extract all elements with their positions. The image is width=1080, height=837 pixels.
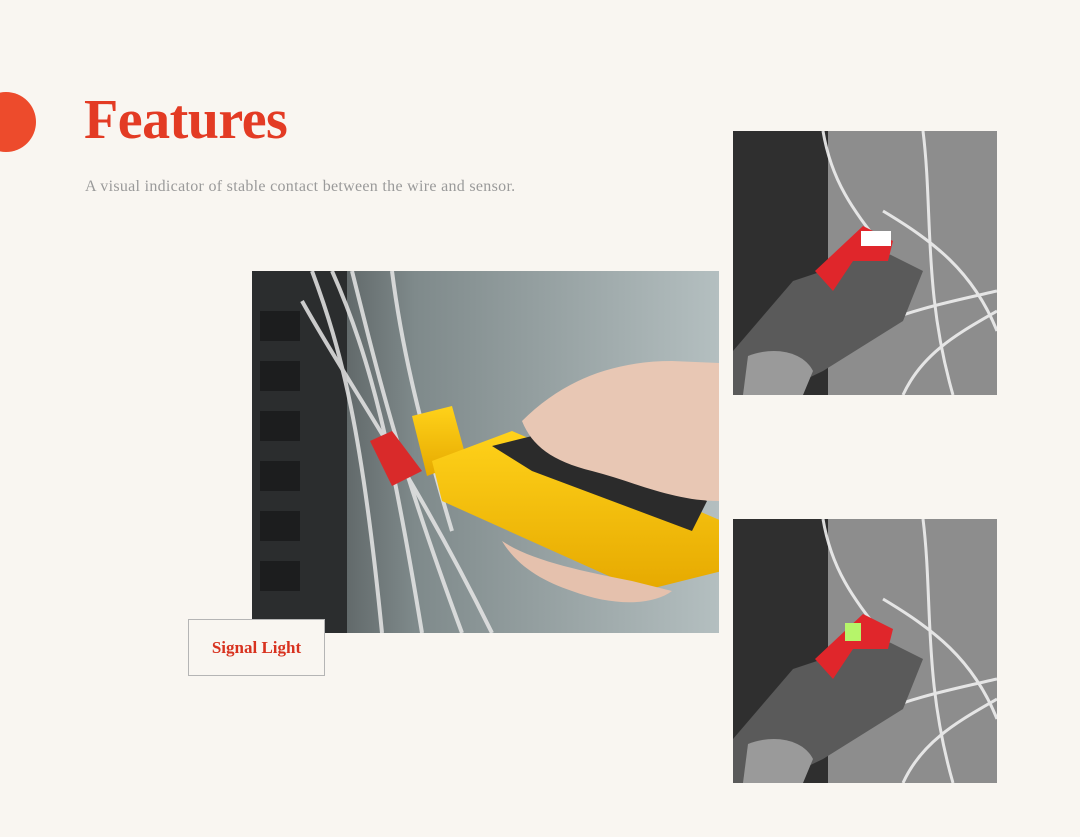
side-photo-light-off	[733, 131, 997, 395]
page-subtitle: A visual indicator of stable contact bet…	[85, 178, 516, 195]
page-title: Features	[84, 89, 288, 151]
decorative-orange-dot	[0, 92, 36, 152]
signal-light-label: Signal Light	[211, 637, 302, 657]
photo-connector-panel	[719, 407, 790, 505]
signal-light-callout: Signal Light	[188, 619, 325, 676]
main-photo-clamp-tester	[252, 271, 719, 633]
side-photo-light-on	[733, 519, 997, 783]
